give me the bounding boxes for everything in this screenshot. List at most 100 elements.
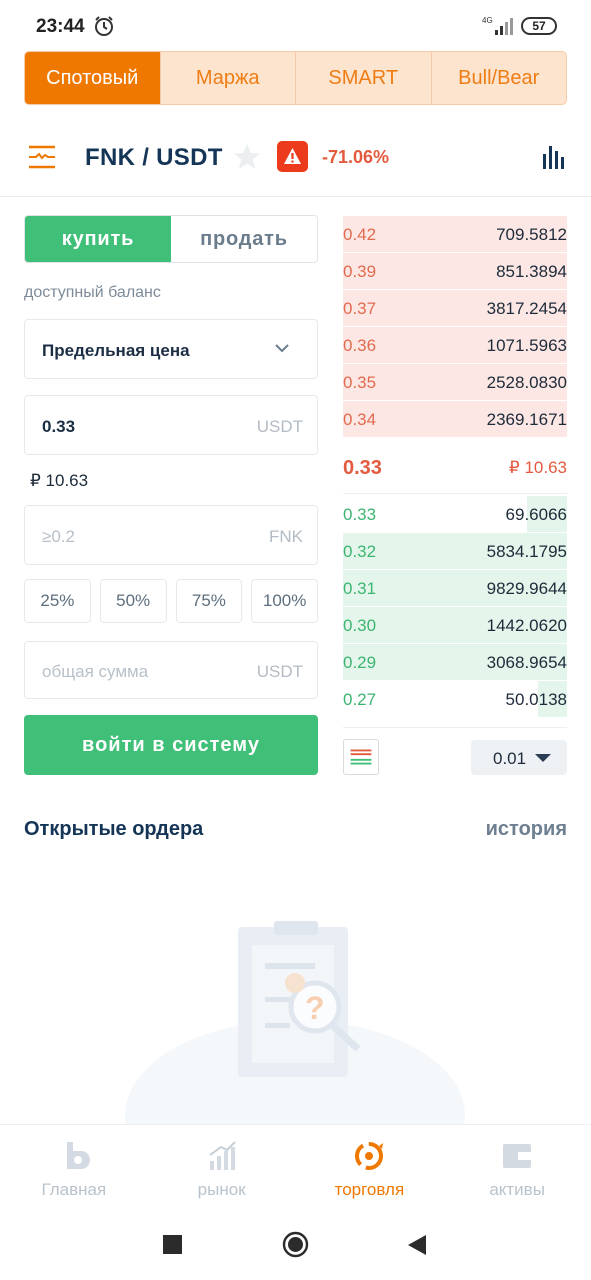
bids-quantity: 50.0138	[505, 690, 567, 709]
buy-sell-toggle: купить продать	[24, 215, 318, 263]
bottom-nav: Главная рынок торговля активы	[0, 1124, 591, 1210]
nav-trade-label: торговля	[334, 1180, 405, 1199]
asks-price: 0.37	[343, 299, 377, 318]
bids-price: 0.29	[343, 653, 377, 672]
order-book-asks: 0.42 709.5812 0.39 851.3894 0.37 3817.2454 0.3…	[343, 216, 567, 438]
system-nav-bar	[0, 1210, 591, 1280]
tab-margin[interactable]: Маржа	[159, 52, 296, 104]
nav-market-label: рынок	[197, 1180, 246, 1199]
history-link[interactable]: история	[486, 818, 567, 841]
bids-quantity: 9829.9644	[486, 579, 567, 598]
tab-smart[interactable]: SMART	[295, 52, 431, 104]
nav-trade[interactable]: торговля	[296, 1125, 444, 1210]
nav-market[interactable]: рынок	[148, 1125, 296, 1210]
bids-quantity: 69.6066	[505, 505, 567, 524]
order-book-bids: 0.33 69.6066 0.32 5834.1795 0.31 9829.9644 0.3…	[343, 496, 567, 718]
price-input[interactable]: 0.33 USDT	[24, 395, 318, 455]
open-orders-title: Открытые ордера	[24, 818, 204, 840]
percent-100-button[interactable]: 100%	[251, 579, 318, 623]
last-price-rub: ₽ 10.63	[508, 458, 567, 477]
tab-spot[interactable]: Спотовый	[25, 52, 160, 104]
nav-assets[interactable]: активы	[443, 1125, 591, 1210]
amount-placeholder: ≥0.2	[42, 527, 75, 546]
nav-assets-label: активы	[489, 1180, 545, 1199]
order-type-select[interactable]: Предельная цена	[24, 319, 318, 379]
asks-price: 0.35	[343, 373, 377, 392]
asks-quantity: 1071.5963	[486, 336, 567, 355]
bids-row[interactable]: 0.27 50.0138	[343, 681, 567, 718]
book-divider	[343, 727, 567, 728]
empty-orders-illustration: ?	[125, 921, 465, 1125]
bids-quantity: 3068.9654	[486, 653, 567, 672]
bids-row[interactable]: 0.32 5834.1795	[343, 533, 567, 570]
last-price: 0.33	[343, 457, 382, 479]
asks-price: 0.39	[343, 262, 377, 281]
available-balance-label: доступный баланс	[24, 284, 161, 301]
recent-apps-icon[interactable]	[163, 1235, 182, 1254]
total-input[interactable]: общая сумма USDT	[24, 641, 318, 699]
asks-quantity: 709.5812	[496, 225, 567, 244]
asks-row[interactable]: 0.35 2528.0830	[343, 364, 567, 401]
bids-price: 0.33	[343, 505, 377, 524]
asks-row[interactable]: 0.34 2369.1671	[343, 401, 567, 438]
caret-down-icon	[535, 754, 551, 762]
pair-menu-icon[interactable]	[28, 144, 56, 170]
favorite-star-icon[interactable]	[232, 142, 262, 172]
wallet-icon	[503, 1144, 532, 1168]
percent-buttons: 25% 50% 75% 100%	[24, 579, 318, 623]
bids-row[interactable]: 0.33 69.6066	[343, 496, 567, 533]
pair-title[interactable]: FNK / USDT	[85, 144, 223, 172]
order-book-last-price: 0.33 ₽ 10.63	[343, 455, 567, 487]
nav-home[interactable]: Главная	[0, 1125, 148, 1210]
network-label: 4G	[482, 16, 493, 25]
back-icon[interactable]	[407, 1234, 427, 1256]
depth-step-select[interactable]: 0.01	[471, 740, 567, 775]
bids-price: 0.31	[343, 579, 377, 598]
percent-75-button[interactable]: 75%	[175, 579, 243, 623]
chart-icon[interactable]	[542, 144, 566, 170]
bids-row[interactable]: 0.31 9829.9644	[343, 570, 567, 607]
asks-row[interactable]: 0.42 709.5812	[343, 216, 567, 253]
pair-header: FNK / USDT -71.06%	[0, 130, 591, 186]
bids-price: 0.27	[343, 690, 377, 709]
home-button-icon[interactable]	[282, 1231, 309, 1258]
asks-quantity: 3817.2454	[486, 299, 567, 318]
risk-warning-icon[interactable]	[277, 141, 308, 172]
buy-tab[interactable]: купить	[25, 216, 171, 262]
price-value: 0.33	[42, 417, 76, 436]
home-icon	[66, 1142, 90, 1169]
bids-quantity: 1442.0620	[486, 616, 567, 635]
market-icon	[209, 1141, 236, 1170]
depth-step-value: 0.01	[493, 749, 527, 768]
mode-tabs: Спотовый Маржа SMART Bull/Bear	[24, 51, 567, 105]
price-rub-equivalent: ₽ 10.63	[30, 471, 89, 490]
percent-50-button[interactable]: 50%	[99, 579, 167, 623]
price-unit: USDT	[256, 417, 303, 436]
book-view-mode-icon[interactable]	[343, 739, 379, 775]
total-placeholder: общая сумма	[42, 662, 149, 681]
asks-row[interactable]: 0.37 3817.2454	[343, 290, 567, 327]
nav-home-label: Главная	[41, 1180, 107, 1199]
asks-row[interactable]: 0.39 851.3894	[343, 253, 567, 290]
asks-price: 0.34	[343, 410, 377, 429]
asks-quantity: 2369.1671	[486, 410, 567, 429]
total-unit: USDT	[256, 662, 303, 681]
header-divider	[0, 196, 591, 197]
amount-input[interactable]: ≥0.2 FNK	[24, 505, 318, 565]
bids-row[interactable]: 0.29 3068.9654	[343, 644, 567, 681]
sell-tab[interactable]: продать	[171, 216, 317, 262]
login-button[interactable]: войти в систему	[24, 715, 318, 775]
status-bar: 23:44 4G 57	[0, 0, 591, 50]
tab-bull-bear[interactable]: Bull/Bear	[430, 52, 567, 104]
alarm-icon	[95, 16, 113, 36]
asks-price: 0.42	[343, 225, 377, 244]
bids-price: 0.30	[343, 616, 377, 635]
asks-quantity: 2528.0830	[486, 373, 567, 392]
percent-25-button[interactable]: 25%	[24, 579, 91, 623]
chevron-down-icon	[275, 344, 289, 353]
asks-quantity: 851.3894	[496, 262, 567, 281]
asks-row[interactable]: 0.36 1071.5963	[343, 327, 567, 364]
bids-row[interactable]: 0.30 1442.0620	[343, 607, 567, 644]
battery-indicator: 57	[521, 17, 557, 35]
order-type-value: Предельная цена	[42, 341, 190, 360]
